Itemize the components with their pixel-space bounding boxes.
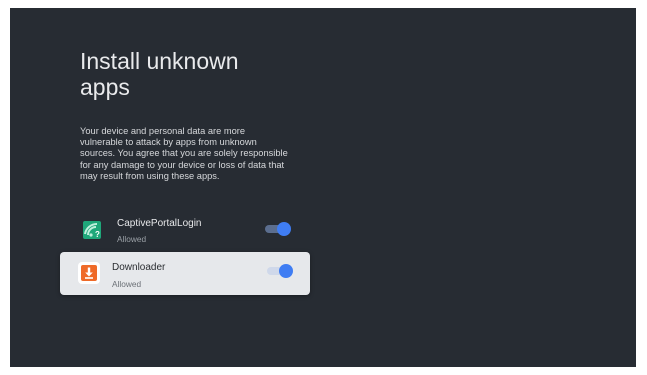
captive-portal-icon: ? bbox=[83, 221, 101, 239]
page-title: Install unknown apps bbox=[80, 48, 239, 100]
toggle-thumb bbox=[279, 264, 293, 278]
allow-toggle[interactable] bbox=[265, 222, 291, 236]
toggle-thumb bbox=[277, 222, 291, 236]
app-row-downloader[interactable]: Downloader Allowed bbox=[60, 252, 310, 295]
app-name: Downloader bbox=[112, 262, 166, 273]
app-status: Allowed bbox=[117, 234, 147, 244]
settings-screen: Install unknown apps Your device and per… bbox=[10, 8, 636, 367]
svg-text:?: ? bbox=[95, 230, 100, 239]
app-name: CaptivePortalLogin bbox=[117, 218, 202, 229]
downloader-icon bbox=[78, 262, 100, 284]
page-description: Your device and personal data are more v… bbox=[80, 126, 288, 181]
allow-toggle[interactable] bbox=[267, 264, 293, 278]
app-row-captiveportallogin[interactable]: ? CaptivePortalLogin Allowed bbox=[60, 210, 310, 252]
app-status: Allowed bbox=[112, 279, 142, 289]
